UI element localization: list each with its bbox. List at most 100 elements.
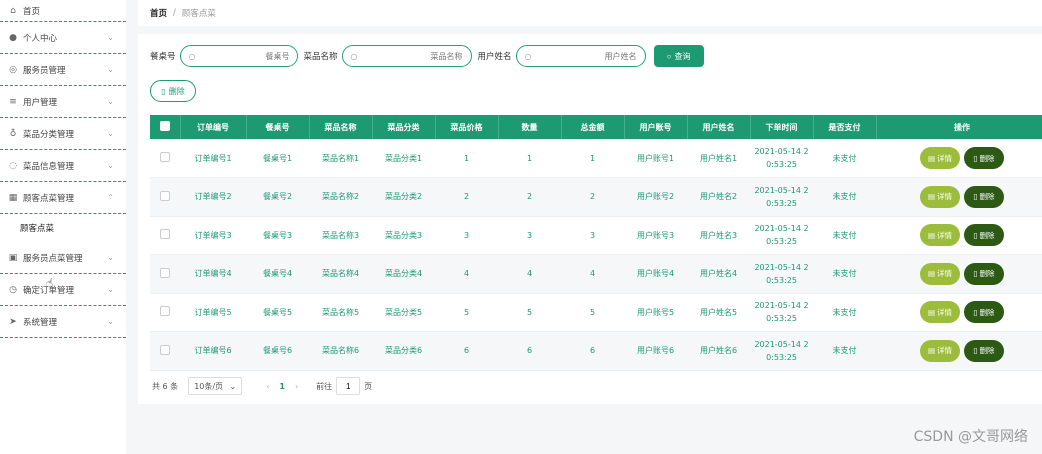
cell-actions: ▤ 详情 ▯ 删除: [876, 293, 1042, 332]
table-header-row: 订单编号 餐桌号 菜品名称 菜品分类 菜品价格 数量 总金额 用户账号 用户姓名 下单时间 是否支付…: [150, 115, 1042, 139]
cell-order-time: 2021-05-14 2 0:53:25: [750, 293, 813, 332]
breadcrumb-home[interactable]: 首页: [150, 7, 167, 19]
search-icon: ○: [188, 51, 196, 61]
search-icon: ○: [524, 51, 532, 61]
delete-button[interactable]: ▯ 删除: [964, 185, 1004, 208]
cell-cat: 菜品分类4: [372, 254, 435, 294]
mouse-cursor-icon: ☝: [46, 276, 54, 290]
sidebar-item-7[interactable]: ▣ 服务员点菜管理 ⌄: [0, 242, 126, 274]
detail-button[interactable]: ▤ 详情: [920, 339, 960, 362]
sidebar-item-9[interactable]: ➤ 系统管理 ⌄: [0, 306, 126, 338]
sidebar-item-4[interactable]: ♁ 菜品分类管理 ⌄: [0, 118, 126, 150]
cell-price: 1: [435, 139, 498, 178]
sidebar-item-label: 用户管理: [23, 97, 58, 108]
detail-button[interactable]: ▤ 详情: [920, 301, 960, 324]
order-time-line1: 2021-05-14 2: [754, 339, 809, 349]
delete-button[interactable]: ▯ 删除: [964, 301, 1004, 324]
order-time-line1: 2021-05-14 2: [754, 185, 809, 195]
document-icon: ▤: [927, 153, 936, 163]
detail-button[interactable]: ▤ 详情: [920, 262, 960, 285]
batch-delete-button[interactable]: ▯ 删除: [150, 80, 196, 102]
order-time-line1: 2021-05-14 2: [754, 262, 809, 272]
detail-button[interactable]: ▤ 详情: [920, 224, 960, 247]
cell-order: 订单编号4: [180, 254, 246, 294]
goto-page-input[interactable]: [336, 377, 361, 395]
row-select-cell: [150, 177, 180, 217]
column-header: 操作: [876, 115, 1042, 139]
order-time-line2: 0:53:25: [766, 198, 797, 208]
page-size-select[interactable]: 10条/页 ⌄: [188, 377, 243, 395]
delete-button[interactable]: ▯ 删除: [964, 224, 1004, 247]
row-checkbox[interactable]: [160, 190, 170, 201]
select-all-checkbox[interactable]: [159, 121, 170, 131]
chevron-down-icon: ⌄: [107, 316, 114, 326]
row-checkbox[interactable]: [160, 152, 170, 162]
page-size-value: 10条/页: [194, 381, 224, 391]
cell-paid: 未支付: [813, 177, 876, 217]
detail-button-label: 详情: [937, 307, 953, 317]
sidebar-item-0[interactable]: ⌂ 首页: [0, 0, 126, 22]
row-checkbox[interactable]: [160, 229, 170, 240]
current-page-number[interactable]: 1: [279, 382, 285, 391]
search-button-label: 查询: [674, 51, 691, 61]
sidebar-subitem-customer-orders[interactable]: 顾客点菜: [0, 214, 126, 242]
dish-name-input[interactable]: [361, 51, 463, 61]
order-time-line1: 2021-05-14 2: [754, 147, 809, 156]
column-header: 菜品分类: [372, 115, 436, 139]
cell-qty: 5: [498, 293, 561, 332]
cell-total: 5: [561, 293, 624, 332]
delete-button[interactable]: ▯ 删除: [964, 147, 1004, 169]
detail-button[interactable]: ▤ 详情: [920, 147, 960, 169]
row-checkbox[interactable]: [160, 344, 170, 355]
table-row: 订单编号2 餐桌号2 菜品名称2 菜品分类2 2 2 2 用户账号2 用户姓名2 2021-05-…: [150, 177, 1042, 217]
sidebar-item-2[interactable]: ◎ 服务员管理 ⌄: [0, 54, 126, 86]
column-header: 总金额: [561, 115, 625, 139]
cell-price: 5: [435, 293, 498, 332]
sidebar-item-1[interactable]: ● 个人中心 ⌄: [0, 22, 126, 54]
dish-name-field[interactable]: ○: [341, 45, 472, 67]
chevron-down-icon: ⌄: [107, 96, 114, 106]
table-number-field[interactable]: ○: [179, 45, 298, 67]
sidebar-item-label: 菜品分类管理: [23, 129, 75, 140]
chevron-down-icon: ⌄: [107, 128, 114, 138]
cell-cat: 菜品分类2: [372, 177, 435, 217]
cell-dish: 菜品名称6: [309, 331, 372, 371]
delete-button[interactable]: ▯ 删除: [964, 262, 1004, 285]
prev-page-button[interactable]: ‹: [266, 382, 269, 391]
select-all-cell: [150, 115, 181, 139]
sidebar-item-3[interactable]: ≡ 用户管理 ⌄: [0, 86, 126, 118]
order-time-line1: 2021-05-14 2: [754, 224, 809, 234]
chevron-down-icon: ⌄: [107, 160, 114, 170]
search-button[interactable]: ○ 查询: [653, 45, 704, 67]
trash-icon: ▯: [973, 192, 978, 202]
cell-dish: 菜品名称2: [309, 177, 372, 217]
user-name-input[interactable]: [535, 51, 637, 61]
delete-button[interactable]: ▯ 删除: [964, 339, 1004, 362]
cell-name: 用户姓名2: [687, 177, 750, 217]
cell-price: 2: [435, 177, 498, 217]
order-time-line2: 0:53:25: [766, 160, 797, 169]
sidebar-item-5[interactable]: ◌ 菜品信息管理 ⌄: [0, 150, 126, 182]
content-panel: 餐桌号 ○ 菜品名称 ○ 用户姓名 ○ ○ 查询 ▯ 删除: [138, 34, 1042, 404]
cell-actions: ▤ 详情 ▯ 删除: [876, 216, 1042, 255]
row-checkbox[interactable]: [160, 306, 170, 317]
table-number-input[interactable]: [199, 51, 290, 61]
cell-order-time: 2021-05-14 2 0:53:25: [750, 139, 813, 178]
cell-table: 餐桌号5: [246, 293, 309, 332]
sidebar-item-6[interactable]: ▦ 顾客点菜管理 ⌃: [0, 182, 126, 214]
cell-cat: 菜品分类6: [372, 331, 435, 371]
cell-price: 6: [435, 331, 498, 371]
clock-icon: ◷: [9, 284, 17, 295]
detail-button[interactable]: ▤ 详情: [920, 185, 960, 208]
row-checkbox[interactable]: [160, 267, 170, 278]
cell-paid: 未支付: [813, 216, 876, 255]
cell-name: 用户姓名5: [687, 293, 750, 332]
sidebar-item-8[interactable]: ◷ 确定订单管理 ⌄: [0, 274, 126, 306]
document-icon: ▤: [927, 307, 936, 317]
user-name-label: 用户姓名: [477, 52, 512, 62]
column-header: 菜品价格: [435, 115, 499, 139]
user-name-field[interactable]: ○: [515, 45, 646, 67]
cell-table: 餐桌号1: [246, 139, 309, 178]
next-page-button[interactable]: ›: [295, 382, 298, 391]
cell-paid: 未支付: [813, 293, 876, 332]
